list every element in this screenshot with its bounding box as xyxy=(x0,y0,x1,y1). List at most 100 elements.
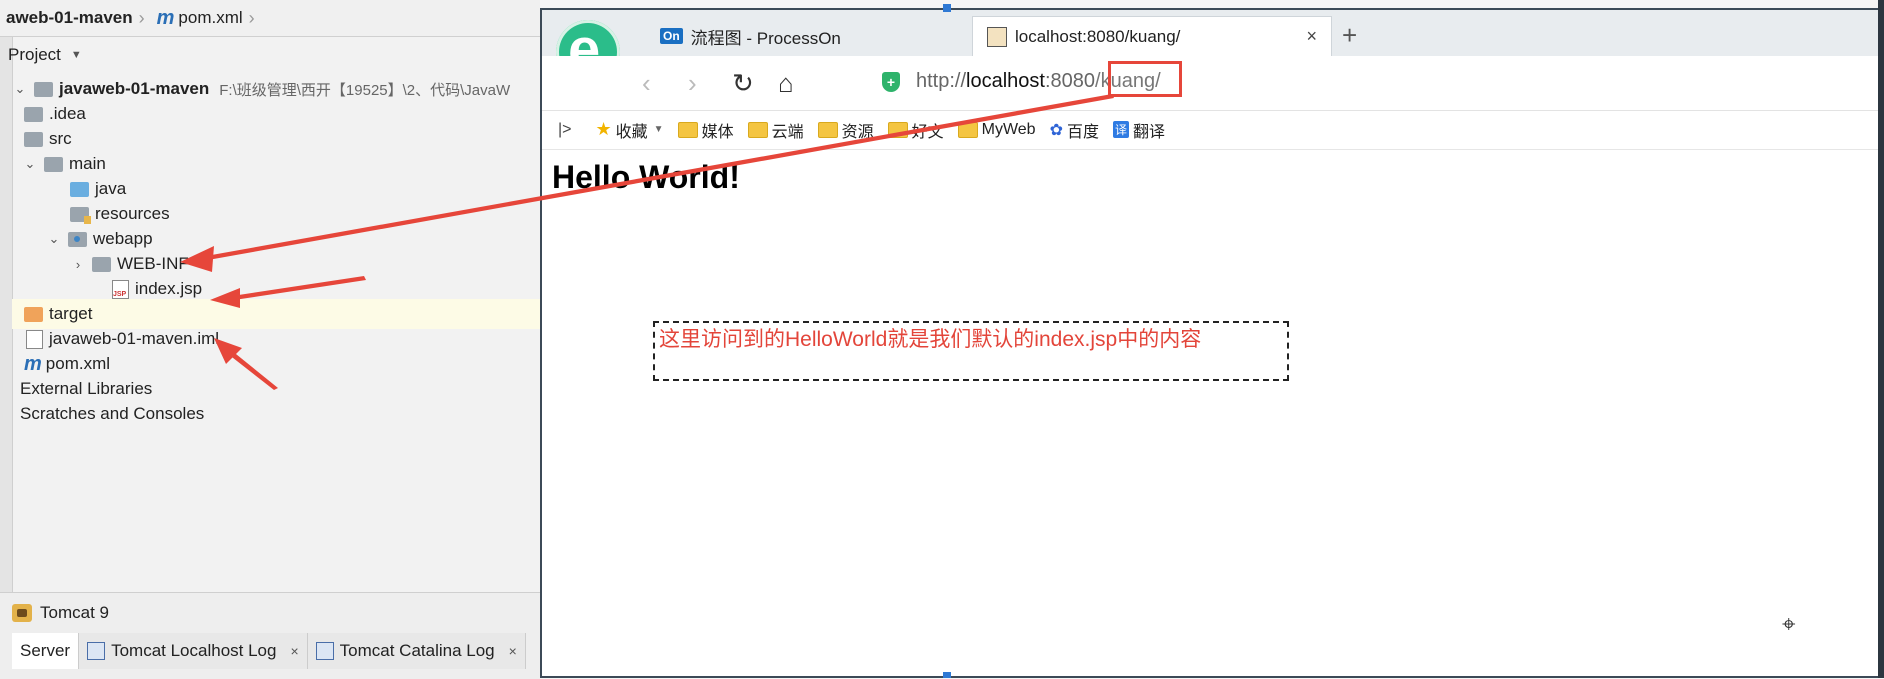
new-tab-button[interactable]: + xyxy=(1342,20,1357,51)
tree-item-label: WEB-INF xyxy=(117,254,189,273)
jsp-badge: JSP xyxy=(113,290,127,298)
tree-item-label: pom.xml xyxy=(45,354,111,373)
browser-window: On 流程图 - ProcessOn localhost:8080/kuang/… xyxy=(540,8,1880,678)
tree-item-label: javaweb-01-maven.iml xyxy=(49,329,220,348)
tab-server[interactable]: Server xyxy=(12,633,80,669)
sidebar-toggle-button[interactable]: |> xyxy=(558,121,572,139)
home-button[interactable]: ⌂ xyxy=(778,68,794,99)
tree-item-label: target xyxy=(49,304,93,323)
chevron-right-icon[interactable]: › xyxy=(70,257,86,272)
log-tab-bar: Server Tomcat Localhost Log × Tomcat Cat… xyxy=(12,633,526,669)
star-icon: ★ xyxy=(595,119,612,139)
tab-tomcat-localhost-log[interactable]: Tomcat Localhost Log × xyxy=(79,633,308,669)
forward-button[interactable]: › xyxy=(688,68,697,99)
breadcrumb-separator: › xyxy=(138,7,145,28)
bookmark-label: 翻译 xyxy=(1133,123,1166,141)
folder-icon xyxy=(677,121,698,138)
tree-item-label: .idea xyxy=(49,104,86,123)
folder-icon xyxy=(24,131,43,147)
run-config-tomcat[interactable]: Tomcat 9 xyxy=(12,599,109,627)
breadcrumb-file[interactable]: m pom.xml xyxy=(151,7,243,30)
breadcrumb-project[interactable]: aweb-01-maven xyxy=(0,8,133,28)
maven-icon: m xyxy=(24,352,42,375)
browser-tab-strip: On 流程图 - ProcessOn localhost:8080/kuang/… xyxy=(542,10,1878,56)
back-button[interactable]: ‹ xyxy=(642,68,651,99)
chevron-down-icon[interactable]: ⌄ xyxy=(12,81,28,97)
tab-title: localhost:8080/kuang/ xyxy=(1015,26,1181,46)
bookmark-favorites[interactable]: ★ 收藏 ▼ xyxy=(596,118,664,142)
browser-nav-bar: ‹ › ↻ ⌂ + http://localhost:8080/kuang/ xyxy=(542,56,1878,111)
shield-icon: + xyxy=(882,72,900,92)
tab-label: Server xyxy=(20,641,71,660)
project-view-header[interactable]: Project ▼ xyxy=(0,38,540,72)
crosshair-icon: ⌖ xyxy=(1782,611,1796,638)
chevron-down-icon[interactable]: ⌄ xyxy=(46,231,62,247)
excluded-folder-icon xyxy=(24,306,43,322)
maven-icon: m xyxy=(156,6,175,29)
selection-handle xyxy=(943,4,951,12)
tomcat-icon xyxy=(12,604,32,622)
baidu-paw-icon: ✿ xyxy=(1049,121,1063,139)
breadcrumb-file-label: pom.xml xyxy=(178,8,243,27)
dropdown-caret-icon[interactable]: ▼ xyxy=(71,49,82,61)
bookmark-folder[interactable]: MyWeb xyxy=(957,120,1036,139)
close-icon[interactable]: × xyxy=(509,643,517,659)
bookmark-label: MyWeb xyxy=(981,120,1036,138)
tab-title: 流程图 - ProcessOn xyxy=(690,28,841,48)
tree-item-label: main xyxy=(69,154,106,173)
close-icon[interactable]: × xyxy=(290,643,298,659)
tree-item-label: webapp xyxy=(93,229,153,248)
close-icon[interactable]: × xyxy=(1306,26,1317,47)
selection-handle xyxy=(943,672,951,678)
resources-folder-icon xyxy=(70,206,91,224)
bookmark-label: 媒体 xyxy=(701,123,734,141)
breadcrumb-separator: › xyxy=(248,7,255,28)
processon-icon: On xyxy=(660,28,683,44)
source-folder-icon xyxy=(70,181,89,197)
jsp-file-icon: JSP xyxy=(112,279,129,299)
chevron-down-icon[interactable]: ⌄ xyxy=(22,156,38,172)
page-heading: Hello World! xyxy=(552,159,740,195)
refresh-button[interactable]: ↻ xyxy=(732,68,754,99)
folder-icon xyxy=(887,121,908,138)
project-view-label: Project xyxy=(8,45,61,64)
folder-icon xyxy=(957,121,978,138)
bookmark-translate[interactable]: 译翻译 xyxy=(1112,118,1166,142)
browser-tab-localhost[interactable]: localhost:8080/kuang/ × xyxy=(972,16,1332,56)
bookmark-label: 云端 xyxy=(771,123,804,141)
tree-item-label: javaweb-01-maven xyxy=(59,79,210,98)
folder-icon xyxy=(24,106,43,122)
bookmark-folder[interactable]: 好文 xyxy=(887,118,944,142)
ide-window: aweb-01-maven › m pom.xml › Project ▼ ⌄ … xyxy=(0,0,552,679)
bookmark-baidu[interactable]: ✿ 百度 xyxy=(1050,118,1099,142)
tree-item-label: index.jsp xyxy=(135,279,203,298)
bookmark-folder[interactable]: 云端 xyxy=(747,118,804,142)
tree-item-label: java xyxy=(95,179,127,198)
url-host: localhost xyxy=(966,70,1045,92)
page-content: Hello World! 这里访问到的HelloWorld就是我们默认的inde… xyxy=(542,151,1878,676)
tree-item-scratches[interactable]: Scratches and Consoles xyxy=(12,399,548,429)
tomcat-favicon-icon xyxy=(987,26,1007,47)
bookmark-folder[interactable]: 媒体 xyxy=(677,118,734,142)
tab-label: Tomcat Catalina Log xyxy=(339,641,495,660)
bookmark-label: 百度 xyxy=(1066,123,1099,141)
breadcrumb: aweb-01-maven › m pom.xml › xyxy=(0,0,540,37)
services-panel: Tomcat 9 Server Tomcat Localhost Log × T… xyxy=(0,592,540,679)
browser-tab-processon[interactable]: On 流程图 - ProcessOn xyxy=(646,16,966,56)
tree-item-label: Scratches and Consoles xyxy=(20,404,205,423)
bookmark-folder[interactable]: 资源 xyxy=(817,118,874,142)
bookmark-label: 资源 xyxy=(841,123,874,141)
folder-icon xyxy=(34,81,53,97)
web-folder-icon xyxy=(68,231,87,247)
folder-icon xyxy=(747,121,768,138)
bookmarks-bar: |> ★ 收藏 ▼ 媒体 云端 资源 好文 MyWeb ✿ 百度 译翻译 xyxy=(542,110,1878,150)
log-icon xyxy=(315,642,334,660)
log-icon xyxy=(87,642,106,660)
translate-icon: 译 xyxy=(1112,121,1129,138)
url-path-highlight-box xyxy=(1108,61,1182,97)
run-config-label: Tomcat 9 xyxy=(40,603,109,622)
tree-item-label: External Libraries xyxy=(20,379,153,398)
tab-tomcat-catalina-log[interactable]: Tomcat Catalina Log × xyxy=(307,633,526,669)
project-path: F:\班级管理\西开【19525】\2、代码\JavaW xyxy=(219,81,511,99)
tab-label: Tomcat Localhost Log xyxy=(111,641,277,660)
